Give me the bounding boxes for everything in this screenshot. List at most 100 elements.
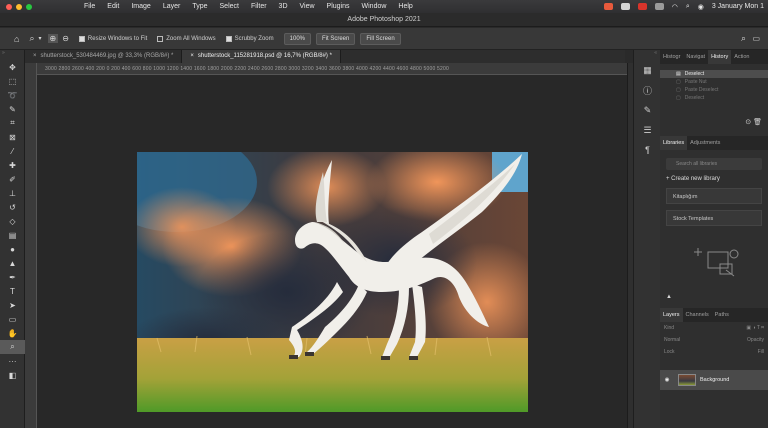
history-brush-icon[interactable]: ↺ bbox=[0, 200, 25, 214]
create-library-button[interactable]: + Create new library bbox=[666, 176, 762, 182]
status-app-icon[interactable] bbox=[603, 3, 613, 10]
menu-image[interactable]: Image bbox=[131, 3, 150, 10]
menu-plugins[interactable]: Plugins bbox=[327, 3, 350, 10]
tab-close-icon[interactable]: × bbox=[33, 53, 37, 59]
opacity-label[interactable]: Opacity bbox=[747, 337, 764, 346]
layer-filter-icons[interactable]: ▣ ◑ T ⌗ bbox=[746, 325, 764, 334]
blend-mode-select[interactable]: Normal bbox=[664, 337, 680, 346]
fit-screen-button[interactable]: Fit Screen bbox=[316, 32, 356, 45]
visibility-eye-icon[interactable]: ◉ bbox=[660, 377, 674, 383]
tab-close-icon[interactable]: × bbox=[190, 53, 194, 59]
zoom-out-icon[interactable]: ⊖ bbox=[62, 34, 69, 43]
home-icon[interactable]: ⌂ bbox=[14, 34, 19, 44]
control-center-icon[interactable]: ◉ bbox=[698, 3, 704, 11]
library-item[interactable]: Stock Templates bbox=[666, 210, 762, 226]
tab-libraries[interactable]: Libraries bbox=[660, 136, 688, 150]
tab-adjustments[interactable]: Adjustments bbox=[687, 136, 723, 150]
collapse-arrow-icon[interactable]: ▲ bbox=[666, 294, 672, 300]
eyedropper-tool-icon[interactable]: ⁄ bbox=[0, 144, 25, 158]
history-item[interactable]: ▢ Paste Deselect bbox=[660, 86, 768, 94]
history-item[interactable]: ▢ Deselect bbox=[660, 94, 768, 102]
tab-navigator[interactable]: Navigat bbox=[683, 50, 708, 64]
menu-help[interactable]: Help bbox=[398, 3, 412, 10]
strip-collapse-icon[interactable]: « bbox=[634, 50, 660, 60]
tab-history[interactable]: History bbox=[708, 50, 732, 64]
menu-view[interactable]: View bbox=[300, 3, 315, 10]
path-select-icon[interactable]: ➤ bbox=[0, 298, 25, 312]
marquee-tool-icon[interactable]: ⬚ bbox=[0, 74, 25, 88]
blur-tool-icon[interactable]: ● bbox=[0, 242, 25, 256]
paragraph-panel-icon[interactable]: ¶ bbox=[634, 140, 661, 160]
learn-panel-icon[interactable]: ▦ bbox=[634, 60, 661, 80]
camera-icon[interactable]: ⊙ bbox=[745, 119, 751, 126]
zoom-tool-icon[interactable]: ⌕ bbox=[29, 33, 34, 44]
tools-collapse-icon[interactable]: » bbox=[0, 50, 24, 60]
tab-histogram[interactable]: Histogr bbox=[660, 50, 683, 64]
tab-layers[interactable]: Layers bbox=[660, 308, 683, 322]
zoom-window-icon[interactable] bbox=[26, 3, 32, 10]
menu-file[interactable]: File bbox=[84, 3, 95, 10]
document-tab-1[interactable]: × shutterstock_530484469.jpg @ 33,3% (RGB… bbox=[25, 50, 183, 63]
search-icon[interactable]: ⌕ bbox=[741, 33, 746, 44]
brush-settings-icon[interactable]: ✎ bbox=[634, 100, 661, 120]
battery-icon[interactable] bbox=[654, 3, 664, 10]
lasso-tool-icon[interactable]: ➰ bbox=[0, 88, 25, 102]
properties-panel-icon[interactable]: ☰ bbox=[634, 120, 661, 140]
shape-tool-icon[interactable]: ▭ bbox=[0, 312, 25, 326]
status-flag-icon[interactable] bbox=[637, 3, 647, 10]
pen-tool-icon[interactable]: ✒ bbox=[0, 270, 25, 284]
horizontal-ruler[interactable]: 3000 2800 2600 400 200 0 200 400 600 800… bbox=[37, 63, 627, 75]
info-panel-icon[interactable]: ⓘ bbox=[634, 80, 661, 100]
healing-brush-icon[interactable]: ✚ bbox=[0, 158, 25, 172]
tab-channels[interactable]: Channels bbox=[683, 308, 712, 322]
scrubby-zoom-checkbox[interactable] bbox=[225, 35, 232, 42]
fill-label[interactable]: Fill bbox=[758, 349, 764, 358]
layer-name[interactable]: Background bbox=[700, 377, 729, 383]
quick-select-tool-icon[interactable]: ✎ bbox=[0, 102, 25, 116]
datetime[interactable]: 3 January Mon 1 bbox=[712, 3, 764, 10]
document-image[interactable] bbox=[137, 152, 528, 412]
minimize-window-icon[interactable] bbox=[16, 3, 22, 10]
menu-layer[interactable]: Layer bbox=[163, 3, 181, 10]
dodge-tool-icon[interactable]: ▲ bbox=[0, 256, 25, 270]
vertical-ruler[interactable] bbox=[25, 63, 37, 428]
document-tab-2[interactable]: × shutterstock_115281918.psd @ 16,7% (RGB… bbox=[182, 50, 341, 63]
scrubby-zoom-option[interactable]: Scrubby Zoom bbox=[225, 35, 274, 42]
status-m-icon[interactable] bbox=[620, 3, 630, 10]
fill-screen-button[interactable]: Fill Screen bbox=[360, 32, 401, 45]
zoom-all-option[interactable]: Zoom All Windows bbox=[157, 35, 216, 42]
move-tool-icon[interactable]: ✥ bbox=[0, 60, 25, 74]
zoom-tool-icon[interactable]: ⌕ bbox=[0, 340, 25, 354]
zoom-in-icon[interactable]: ⊕ bbox=[47, 34, 59, 43]
chevron-down-icon[interactable]: ▾ bbox=[38, 35, 41, 42]
tab-actions[interactable]: Action bbox=[731, 50, 752, 64]
menu-3d[interactable]: 3D bbox=[279, 3, 288, 10]
brush-tool-icon[interactable]: ✐ bbox=[0, 172, 25, 186]
color-swatches-icon[interactable]: ◧ bbox=[0, 368, 25, 382]
menu-select[interactable]: Select bbox=[220, 3, 239, 10]
tab-paths[interactable]: Paths bbox=[712, 308, 732, 322]
library-search-input[interactable]: Search all libraries bbox=[666, 158, 762, 170]
gradient-tool-icon[interactable]: ▤ bbox=[0, 228, 25, 242]
trash-icon[interactable]: 🗑 bbox=[753, 119, 762, 126]
resize-windows-checkbox[interactable] bbox=[78, 35, 85, 42]
zoom-all-checkbox[interactable] bbox=[157, 35, 164, 42]
menu-type[interactable]: Type bbox=[192, 3, 207, 10]
layer-row[interactable]: ◉ Background bbox=[660, 370, 768, 390]
crop-tool-icon[interactable]: ⌗ bbox=[0, 116, 25, 130]
zoom-100-button[interactable]: 100% bbox=[283, 32, 311, 45]
history-item[interactable]: ▢ Paste Nut bbox=[660, 78, 768, 86]
stamp-tool-icon[interactable]: ⊥ bbox=[0, 186, 25, 200]
resize-windows-option[interactable]: Resize Windows to Fit bbox=[78, 35, 147, 42]
history-item[interactable]: ▤ Deselect bbox=[660, 70, 768, 78]
menu-window[interactable]: Window bbox=[362, 3, 387, 10]
menu-edit[interactable]: Edit bbox=[107, 3, 119, 10]
layer-kind-filter[interactable]: Kind bbox=[664, 325, 674, 334]
eraser-tool-icon[interactable]: ◇ bbox=[0, 214, 25, 228]
workspace-icon[interactable]: ▭ bbox=[752, 34, 760, 43]
close-window-icon[interactable] bbox=[6, 3, 12, 10]
type-tool-icon[interactable]: T bbox=[0, 284, 25, 298]
menu-filter[interactable]: Filter bbox=[251, 3, 267, 10]
wifi-icon[interactable]: ◠ bbox=[672, 3, 678, 11]
hand-tool-icon[interactable]: ✋ bbox=[0, 326, 25, 340]
